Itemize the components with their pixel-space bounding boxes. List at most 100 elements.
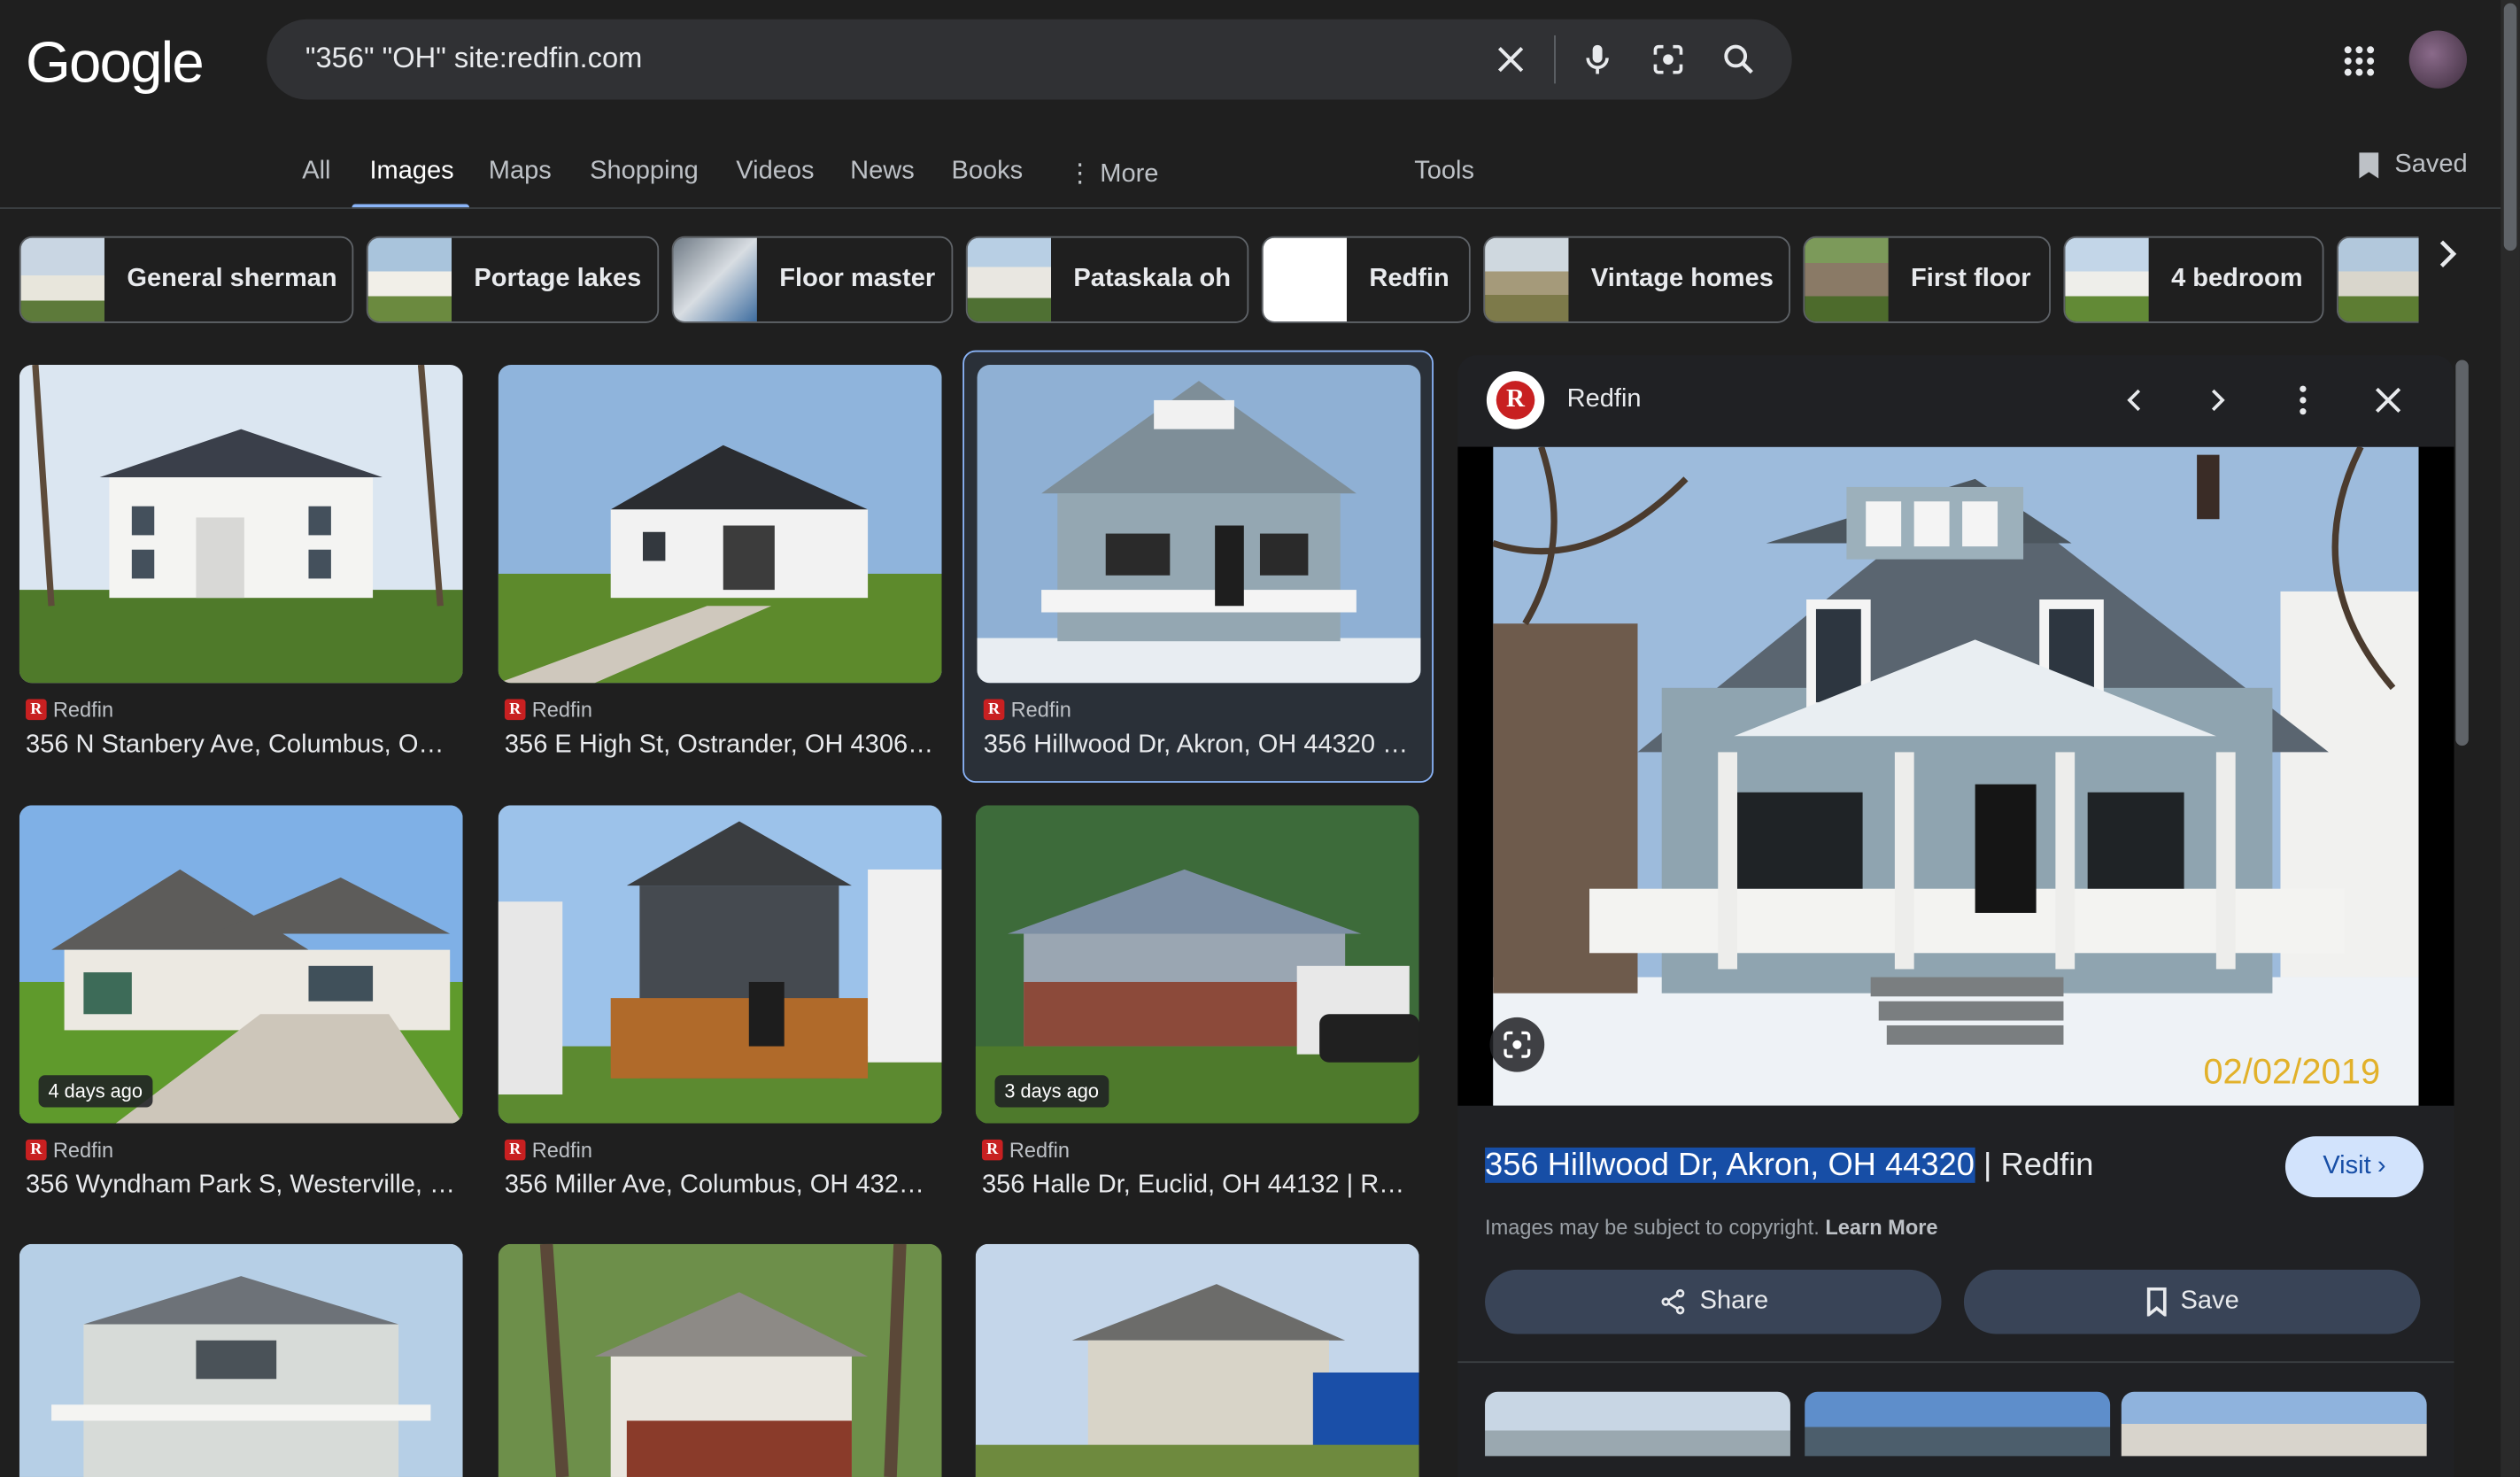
chevron-right-icon[interactable] — [2199, 381, 2238, 420]
chip-portage-lakes[interactable]: Portage lakes — [366, 236, 660, 323]
result-title[interactable]: 356 Miller Ave, Columbus, OH 43205 | Red… — [505, 1172, 935, 1201]
more-dots-icon: ⋮ — [1067, 160, 1101, 189]
result-card[interactable] — [498, 1243, 942, 1477]
tab-maps[interactable]: Maps — [489, 158, 552, 187]
result-card[interactable] — [19, 1243, 463, 1477]
related-image[interactable] — [1485, 1391, 1790, 1457]
result-source: R Redfin — [983, 697, 1071, 722]
result-image[interactable] — [975, 1243, 1419, 1477]
search-icon[interactable] — [1720, 40, 1759, 79]
chip-thumbnail — [20, 237, 104, 321]
chip-4-bedroom[interactable]: 4 bedroom — [2063, 236, 2324, 323]
panel-source-name[interactable]: Redfin — [1567, 386, 1642, 415]
related-image[interactable] — [1805, 1391, 2111, 1457]
chip-thumbnail — [2065, 237, 2149, 321]
tab-books[interactable]: Books — [951, 158, 1023, 187]
panel-scrollbar[interactable] — [2455, 360, 2469, 746]
clear-icon[interactable] — [1491, 40, 1530, 79]
redfin-icon: R — [504, 1139, 526, 1161]
chip-thumbnail — [367, 237, 452, 321]
lens-icon[interactable] — [1649, 40, 1688, 79]
chip-thumbnail — [1485, 237, 1569, 321]
chevron-right-icon: › — [2377, 1152, 2386, 1180]
result-image[interactable] — [977, 365, 1421, 684]
share-icon — [1660, 1288, 1684, 1315]
saved-label: Saved — [2394, 151, 2468, 179]
chip-general-sherman[interactable]: General sherman — [19, 236, 354, 323]
tab-tools[interactable]: Tools — [1414, 158, 1474, 187]
visit-button[interactable]: Visit › — [2284, 1136, 2424, 1198]
lens-search-button[interactable] — [1489, 1017, 1545, 1072]
result-title[interactable]: 356 Wyndham Park S, Westerville, OH | Re… — [26, 1172, 456, 1201]
result-title[interactable]: 356 Hillwood Dr, Akron, OH 44320 | Redfi… — [984, 731, 1414, 761]
result-card[interactable]: 4 days ago R Redfin 356 Wyndham Park S, W… — [19, 805, 463, 1239]
result-card[interactable]: R Redfin 356 N Stanbery Ave, Columbus, OH… — [19, 365, 463, 799]
chip-thumbnail — [2338, 237, 2419, 321]
share-button[interactable]: Share — [1485, 1269, 1942, 1334]
result-card[interactable]: 3 days ago R Redfin 356 Halle Dr, Euclid,… — [975, 805, 1419, 1239]
chevron-left-icon[interactable] — [2115, 381, 2154, 420]
preview-image[interactable]: 02/02/2019 — [1493, 446, 2419, 1106]
google-logo[interactable]: Google — [26, 29, 205, 97]
tab-images[interactable]: Images — [369, 158, 453, 187]
chip-partial[interactable] — [2337, 236, 2419, 323]
house-photo — [498, 805, 942, 1124]
panel-title-selected-text[interactable]: 356 Hillwood Dr, Akron, OH 44320 — [1485, 1147, 1975, 1183]
tab-more[interactable]: ⋮ More — [1067, 158, 1158, 189]
page-scrollbar-thumb[interactable] — [2503, 3, 2517, 251]
chevron-right-icon[interactable] — [2423, 230, 2471, 278]
preview-image-frame: 02/02/2019 — [1457, 446, 2454, 1106]
result-image[interactable] — [498, 1243, 942, 1477]
result-image[interactable] — [498, 805, 942, 1124]
page-scrollbar[interactable] — [2501, 0, 2520, 1477]
tab-all[interactable]: All — [302, 158, 330, 187]
redfin-logo[interactable]: R — [1486, 371, 1545, 429]
close-icon[interactable] — [2369, 381, 2408, 420]
mic-icon[interactable] — [1578, 40, 1617, 79]
chip-first-floor[interactable]: First floor — [1803, 236, 2051, 323]
panel-divider — [1457, 1361, 2454, 1364]
result-image[interactable] — [19, 365, 463, 684]
result-image[interactable] — [498, 365, 942, 684]
result-card[interactable]: R Redfin 356 Miller Ave, Columbus, OH 432… — [498, 805, 942, 1239]
result-card[interactable] — [975, 1243, 1419, 1477]
save-button[interactable]: Save — [1963, 1269, 2421, 1334]
saved-button[interactable]: Saved — [2356, 151, 2468, 181]
house-photo — [498, 365, 942, 684]
copyright-text: Images may be subject to copyright. — [1485, 1215, 1820, 1240]
tab-news[interactable]: News — [850, 158, 915, 187]
house-photo — [19, 1243, 463, 1477]
panel-title-rest[interactable]: | Redfin — [1975, 1148, 2093, 1183]
result-image[interactable]: 4 days ago — [19, 805, 463, 1124]
search-query[interactable]: "356" "OH" site:redfin.com — [305, 42, 642, 75]
chip-vintage-homes[interactable]: Vintage homes — [1483, 236, 1790, 323]
result-image[interactable]: 3 days ago — [975, 805, 1419, 1124]
source-name: Redfin — [1010, 697, 1071, 722]
source-name: Redfin — [52, 697, 114, 722]
chip-floor-master[interactable]: Floor master — [671, 236, 954, 323]
tab-shopping[interactable]: Shopping — [590, 158, 699, 187]
apps-icon[interactable] — [2340, 42, 2379, 81]
panel-title[interactable]: 356 Hillwood Dr, Akron, OH 44320 | Redfi… — [1485, 1147, 2093, 1185]
result-card[interactable]: R Redfin 356 E High St, Ostrander, OH 430… — [498, 365, 942, 799]
house-photo — [977, 365, 1421, 684]
related-image[interactable] — [2121, 1391, 2427, 1457]
share-label: Share — [1699, 1287, 1769, 1315]
house-photo — [975, 1243, 1419, 1477]
chip-pataskala-oh[interactable]: Pataskala oh — [965, 236, 1249, 323]
tab-videos[interactable]: Videos — [736, 158, 814, 187]
result-title[interactable]: 356 Halle Dr, Euclid, OH 44132 | Redfin — [982, 1172, 1412, 1201]
search-box[interactable]: "356" "OH" site:redfin.com — [267, 19, 1792, 100]
house-photo — [19, 365, 463, 684]
result-card-selected[interactable]: R Redfin 356 Hillwood Dr, Akron, OH 44320… — [962, 350, 1434, 783]
learn-more-link[interactable]: Learn More — [1825, 1215, 1937, 1239]
result-title[interactable]: 356 E High St, Ostrander, OH 43061 | Red… — [505, 731, 935, 761]
result-title[interactable]: 356 N Stanbery Ave, Columbus, OH 43209 |… — [26, 731, 456, 761]
more-vert-icon[interactable] — [2284, 381, 2323, 420]
chip-redfin[interactable]: Redfin — [1261, 236, 1471, 323]
source-name: Redfin — [1009, 1138, 1071, 1163]
result-source: R Redfin — [26, 1138, 113, 1162]
avatar[interactable] — [2408, 30, 2468, 89]
chip-label: 4 bedroom — [2171, 265, 2303, 293]
result-image[interactable] — [19, 1243, 463, 1477]
